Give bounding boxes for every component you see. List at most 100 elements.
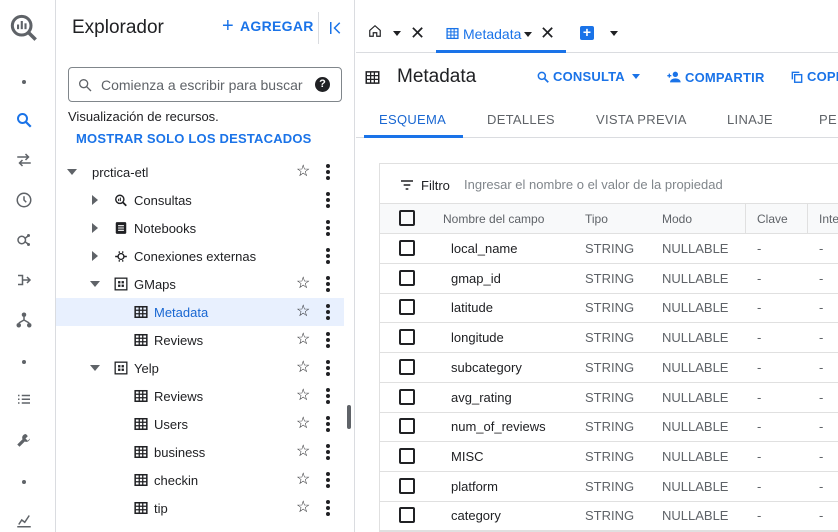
expand-down-icon[interactable] xyxy=(67,169,77,175)
tab-lineage[interactable]: LINAJE xyxy=(727,112,773,127)
more-actions-icon[interactable] xyxy=(326,472,330,488)
star-icon[interactable]: ☆ xyxy=(296,388,310,404)
more-actions-icon[interactable] xyxy=(326,304,330,320)
close-home-tab-icon[interactable]: ✕ xyxy=(410,24,425,42)
more-actions-icon[interactable] xyxy=(326,360,330,376)
more-actions-icon[interactable] xyxy=(326,276,330,292)
tab-profile[interactable]: PER xyxy=(819,112,838,127)
show-starred-link[interactable]: MOSTRAR SOLO LOS DESTACADOS xyxy=(76,131,312,146)
tree-node-yelp[interactable]: Yelp ☆ xyxy=(56,354,344,382)
add-button[interactable]: + AGREGAR xyxy=(222,16,314,36)
star-icon[interactable]: ☆ xyxy=(296,332,310,348)
row-checkbox[interactable] xyxy=(399,418,415,435)
home-tab-dropdown-icon[interactable] xyxy=(393,31,401,36)
more-actions-icon[interactable] xyxy=(326,164,330,180)
table-row[interactable]: gmap_id STRING NULLABLE - - xyxy=(380,264,838,294)
tree-node-prctica-etl[interactable]: prctica-etl ☆ xyxy=(56,158,344,186)
row-checkbox[interactable] xyxy=(399,329,415,346)
workflow-icon[interactable] xyxy=(0,300,48,340)
expand-right-icon[interactable] xyxy=(92,195,98,205)
row-checkbox[interactable] xyxy=(399,358,415,375)
table-row[interactable]: local_name STRING NULLABLE - - xyxy=(380,234,838,264)
new-tab-button[interactable]: + xyxy=(580,25,594,40)
tree-node-gmaps[interactable]: GMaps ☆ xyxy=(56,270,344,298)
search-icon[interactable] xyxy=(0,100,48,140)
tab-dropdown-icon[interactable] xyxy=(524,32,532,37)
tree-node-consultas[interactable]: Consultas xyxy=(56,186,344,214)
more-actions-icon[interactable] xyxy=(326,248,330,264)
dataflow-icon[interactable] xyxy=(0,260,48,300)
transfer-icon[interactable] xyxy=(0,140,48,180)
more-actions-icon[interactable] xyxy=(326,416,330,432)
table-row[interactable]: longitude STRING NULLABLE - - xyxy=(380,323,838,354)
table-row[interactable]: MISC STRING NULLABLE - - xyxy=(380,442,838,472)
star-icon[interactable]: ☆ xyxy=(296,164,310,180)
star-icon[interactable]: ☆ xyxy=(296,416,310,432)
tab-schema[interactable]: ESQUEMA xyxy=(379,112,446,127)
tree-node-notebooks[interactable]: Notebooks xyxy=(56,214,344,242)
query-button[interactable]: CONSULTA xyxy=(536,69,640,84)
column-divider[interactable] xyxy=(745,204,746,234)
expand-right-icon[interactable] xyxy=(92,251,98,261)
star-icon[interactable]: ☆ xyxy=(296,304,310,320)
share-button[interactable]: COMPARTIR xyxy=(666,69,765,85)
row-checkbox[interactable] xyxy=(399,447,415,464)
new-tab-dropdown-icon[interactable] xyxy=(610,31,618,36)
collapse-panel-button[interactable] xyxy=(318,12,352,44)
star-icon[interactable]: ☆ xyxy=(296,500,310,516)
analytics-hub-icon[interactable] xyxy=(0,220,48,260)
more-actions-icon[interactable] xyxy=(326,444,330,460)
star-icon[interactable]: ☆ xyxy=(296,276,310,292)
row-checkbox[interactable] xyxy=(399,269,415,286)
close-tab-icon[interactable]: ✕ xyxy=(540,24,555,42)
expand-down-icon[interactable] xyxy=(90,281,100,287)
table-row[interactable]: avg_rating STRING NULLABLE - - xyxy=(380,383,838,413)
home-tab[interactable] xyxy=(368,24,382,38)
list-icon[interactable] xyxy=(0,380,48,420)
more-actions-icon[interactable] xyxy=(326,192,330,208)
tree-node-metadata[interactable]: Metadata ☆ xyxy=(56,298,344,326)
tree-node-tip[interactable]: tip ☆ xyxy=(56,494,344,522)
help-icon[interactable]: ? xyxy=(315,77,330,92)
tree-node-reviews[interactable]: Reviews ☆ xyxy=(56,326,344,354)
explorer-search-input[interactable] xyxy=(101,76,316,93)
more-actions-icon[interactable] xyxy=(326,500,330,516)
tree-node-business[interactable]: business ☆ xyxy=(56,438,344,466)
tab-metadata[interactable]: Metadata ✕ xyxy=(436,16,566,53)
expand-down-icon[interactable] xyxy=(90,365,100,371)
table-row[interactable]: num_of_reviews STRING NULLABLE - - xyxy=(380,412,838,443)
chart-icon[interactable] xyxy=(0,500,48,532)
row-checkbox[interactable] xyxy=(399,388,415,405)
tree-node-conexiones-externas[interactable]: Conexiones externas xyxy=(56,242,344,270)
copy-button[interactable]: COPIA xyxy=(790,69,838,84)
more-actions-icon[interactable] xyxy=(326,388,330,404)
bigquery-logo-icon[interactable] xyxy=(0,4,48,52)
policy-cell: - xyxy=(819,270,824,286)
star-icon[interactable]: ☆ xyxy=(296,444,310,460)
explorer-search[interactable]: ? xyxy=(68,67,342,102)
select-all-checkbox[interactable] xyxy=(399,210,415,226)
tree-node-reviews[interactable]: Reviews ☆ xyxy=(56,382,344,410)
tab-preview[interactable]: VISTA PREVIA xyxy=(596,112,687,127)
star-icon[interactable]: ☆ xyxy=(296,472,310,488)
table-row[interactable]: subcategory STRING NULLABLE - - xyxy=(380,353,838,383)
table-row[interactable]: latitude STRING NULLABLE - - xyxy=(380,293,838,324)
more-actions-icon[interactable] xyxy=(326,332,330,348)
filter-input[interactable] xyxy=(464,177,764,192)
history-icon[interactable] xyxy=(0,180,48,220)
row-checkbox[interactable] xyxy=(399,507,415,524)
expand-right-icon[interactable] xyxy=(92,223,98,233)
tree-node-checkin[interactable]: checkin ☆ xyxy=(56,466,344,494)
explorer-scrollbar[interactable] xyxy=(347,405,351,429)
wrench-icon[interactable] xyxy=(0,420,48,460)
row-checkbox[interactable] xyxy=(399,240,415,256)
more-actions-icon[interactable] xyxy=(326,220,330,236)
star-icon[interactable]: ☆ xyxy=(296,360,310,376)
row-checkbox[interactable] xyxy=(399,477,415,494)
table-row[interactable]: category STRING NULLABLE - - xyxy=(380,501,838,531)
tree-node-users[interactable]: Users ☆ xyxy=(56,410,344,438)
tab-details[interactable]: DETALLES xyxy=(487,112,555,127)
column-divider[interactable] xyxy=(807,204,808,234)
row-checkbox[interactable] xyxy=(399,299,415,316)
table-row[interactable]: platform STRING NULLABLE - - xyxy=(380,472,838,502)
